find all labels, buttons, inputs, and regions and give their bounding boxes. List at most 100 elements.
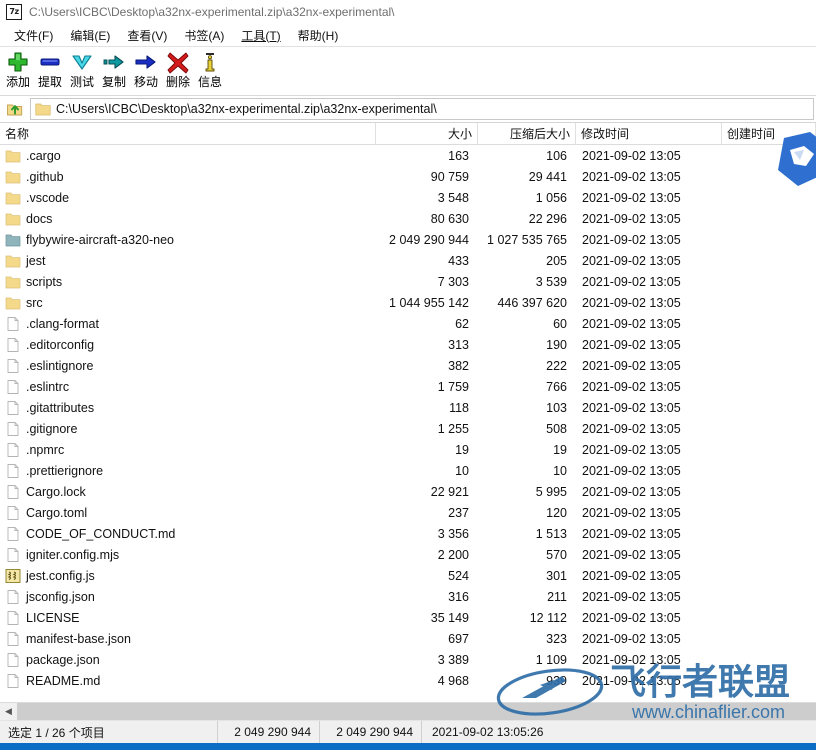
table-row[interactable]: .vscode 3 548 1 056 2021-09-02 13:05 — [0, 187, 816, 208]
file-icon — [7, 337, 19, 352]
desktop-taskbar-strip — [0, 743, 816, 750]
table-row[interactable]: scripts 7 303 3 539 2021-09-02 13:05 — [0, 271, 816, 292]
cell-packed-size: 766 — [546, 379, 567, 394]
table-row[interactable]: README.md 4 968 939 2021-09-02 13:05 — [0, 670, 816, 691]
menu-file[interactable]: 文件(F) — [6, 25, 62, 46]
menu-tools[interactable]: 工具(T) — [233, 25, 289, 46]
table-row[interactable]: .eslintignore 382 222 2021-09-02 13:05 — [0, 355, 816, 376]
cell-packed-size: 10 — [553, 463, 567, 478]
cell-size: 3 356 — [437, 526, 469, 541]
cell-modified: 2021-09-02 13:05 — [582, 190, 681, 205]
table-row[interactable]: .npmrc 19 19 2021-09-02 13:05 — [0, 439, 816, 460]
table-row[interactable]: LICENSE 35 149 12 112 2021-09-02 13:05 — [0, 607, 816, 628]
cell-name: README.md — [0, 670, 376, 691]
toolbar-add[interactable]: 添加 — [2, 47, 34, 93]
cell-modified: 2021-09-02 13:05 — [582, 547, 681, 562]
menu-bookmarks[interactable]: 书签(A) — [176, 25, 233, 46]
cell-modified: 2021-09-02 13:05 — [582, 232, 681, 247]
cell-size: 7 303 — [437, 274, 469, 289]
toolbar-delete[interactable]: 删除 — [162, 47, 194, 93]
table-row[interactable]: .prettierignore 10 10 2021-09-02 13:05 — [0, 460, 816, 481]
table-row[interactable]: Cargo.toml 237 120 2021-09-02 13:05 — [0, 502, 816, 523]
table-row[interactable]: .editorconfig 313 190 2021-09-02 13:05 — [0, 334, 816, 355]
table-row[interactable]: .cargo 163 106 2021-09-02 13:05 — [0, 145, 816, 166]
table-row[interactable]: docs 80 630 22 296 2021-09-02 13:05 — [0, 208, 816, 229]
scrollbar-track[interactable] — [17, 703, 816, 720]
column-header-row: 名称 大小 压缩后大小 修改时间 创建时间 — [0, 123, 816, 145]
table-row[interactable]: .github 90 759 29 441 2021-09-02 13:05 — [0, 166, 816, 187]
table-row[interactable]: jest.config.js 524 301 2021-09-02 13:05 — [0, 565, 816, 586]
cell-created — [722, 334, 816, 355]
table-row[interactable]: .gitattributes 118 103 2021-09-02 13:05 — [0, 397, 816, 418]
file-name-text: package.json — [26, 652, 100, 667]
table-row[interactable]: .gitignore 1 255 508 2021-09-02 13:05 — [0, 418, 816, 439]
scrollbar-thumb[interactable] — [17, 703, 816, 720]
folder-icon — [5, 213, 21, 225]
table-row[interactable]: jest 433 205 2021-09-02 13:05 — [0, 250, 816, 271]
column-header-modified[interactable]: 修改时间 — [576, 123, 722, 144]
cell-modified: 2021-09-02 13:05 — [582, 253, 681, 268]
address-bar: C:\Users\ICBC\Desktop\a32nx-experimental… — [0, 96, 816, 123]
toolbar-extract[interactable]: 提取 — [34, 47, 66, 93]
table-row[interactable]: .eslintrc 1 759 766 2021-09-02 13:05 — [0, 376, 816, 397]
file-list[interactable]: .cargo 163 106 2021-09-02 13:05 .github 90 75… — [0, 145, 816, 702]
file-name-text: igniter.config.mjs — [26, 547, 120, 562]
column-header-packed-size[interactable]: 压缩后大小 — [478, 123, 576, 144]
file-name-text: .eslintignore — [26, 358, 94, 373]
cell-size: 3 548 — [437, 190, 469, 205]
cell-name: jest — [0, 250, 376, 271]
cell-packed-size: 1 056 — [535, 190, 567, 205]
chevron-down-icon — [72, 55, 92, 70]
toolbar-move[interactable]: 移动 — [130, 47, 162, 93]
toolbar-test[interactable]: 测试 — [66, 47, 98, 93]
cell-size: 19 — [455, 442, 469, 457]
cell-size: 22 921 — [430, 484, 469, 499]
file-name-text: src — [26, 295, 43, 310]
address-combobox[interactable]: C:\Users\ICBC\Desktop\a32nx-experimental… — [30, 98, 814, 120]
table-row[interactable]: src 1 044 955 142 446 397 620 2021-09-02 13… — [0, 292, 816, 313]
table-row[interactable]: CODE_OF_CONDUCT.md 3 356 1 513 2021-09-02 1… — [0, 523, 816, 544]
column-header-size[interactable]: 大小 — [376, 123, 478, 144]
table-row[interactable]: package.json 3 389 1 109 2021-09-02 13:05 — [0, 649, 816, 670]
table-row[interactable]: Cargo.lock 22 921 5 995 2021-09-02 13:05 — [0, 481, 816, 502]
cell-size: 62 — [455, 316, 469, 331]
cell-modified: 2021-09-02 13:05 — [582, 673, 681, 688]
column-header-name[interactable]: 名称 — [0, 123, 376, 144]
toolbar-copy[interactable]: 复制 — [98, 47, 130, 93]
app-icon-label: 7z — [6, 4, 22, 20]
cell-created — [722, 271, 816, 292]
toolbar-info[interactable]: 信息 — [194, 47, 226, 93]
cell-packed-size: 939 — [546, 673, 567, 688]
scroll-left-arrow-icon[interactable]: ◀ — [0, 703, 17, 720]
file-name-text: .eslintrc — [26, 379, 70, 394]
table-row[interactable]: .clang-format 62 60 2021-09-02 13:05 — [0, 313, 816, 334]
up-one-level-button[interactable] — [2, 97, 28, 121]
title-bar: 7z C:\Users\ICBC\Desktop\a32nx-experimen… — [0, 0, 816, 24]
folder-icon — [35, 103, 51, 116]
file-name-text: .vscode — [26, 190, 70, 205]
cell-modified: 2021-09-02 13:05 — [582, 169, 681, 184]
cell-modified: 2021-09-02 13:05 — [582, 526, 681, 541]
table-row[interactable]: igniter.config.mjs 2 200 570 2021-09-02 13:… — [0, 544, 816, 565]
table-row[interactable]: jsconfig.json 316 211 2021-09-02 13:05 — [0, 586, 816, 607]
table-row[interactable]: flybywire-aircraft-a320-neo 2 049 290 944… — [0, 229, 816, 250]
column-header-created[interactable]: 创建时间 — [722, 123, 816, 144]
menu-view[interactable]: 查看(V) — [119, 25, 176, 46]
plus-icon — [8, 52, 28, 72]
cell-size: 433 — [448, 253, 469, 268]
cell-modified: 2021-09-02 13:05 — [582, 274, 681, 289]
toolbar-delete-label: 删除 — [165, 75, 190, 89]
cell-created — [722, 649, 816, 670]
cell-packed-size: 508 — [546, 421, 567, 436]
menu-edit[interactable]: 编辑(E) — [62, 25, 119, 46]
toolbar-copy-label: 复制 — [101, 75, 126, 89]
cell-name: Cargo.lock — [0, 481, 376, 502]
folder-icon — [5, 297, 21, 309]
cell-modified: 2021-09-02 13:05 — [582, 421, 681, 436]
table-row[interactable]: manifest-base.json 697 323 2021-09-02 13:05 — [0, 628, 816, 649]
cell-name: .gitignore — [0, 418, 376, 439]
horizontal-scrollbar[interactable]: ◀ — [0, 702, 816, 720]
file-icon — [7, 442, 19, 457]
cell-size: 2 049 290 944 — [389, 232, 469, 247]
menu-help[interactable]: 帮助(H) — [290, 25, 348, 46]
